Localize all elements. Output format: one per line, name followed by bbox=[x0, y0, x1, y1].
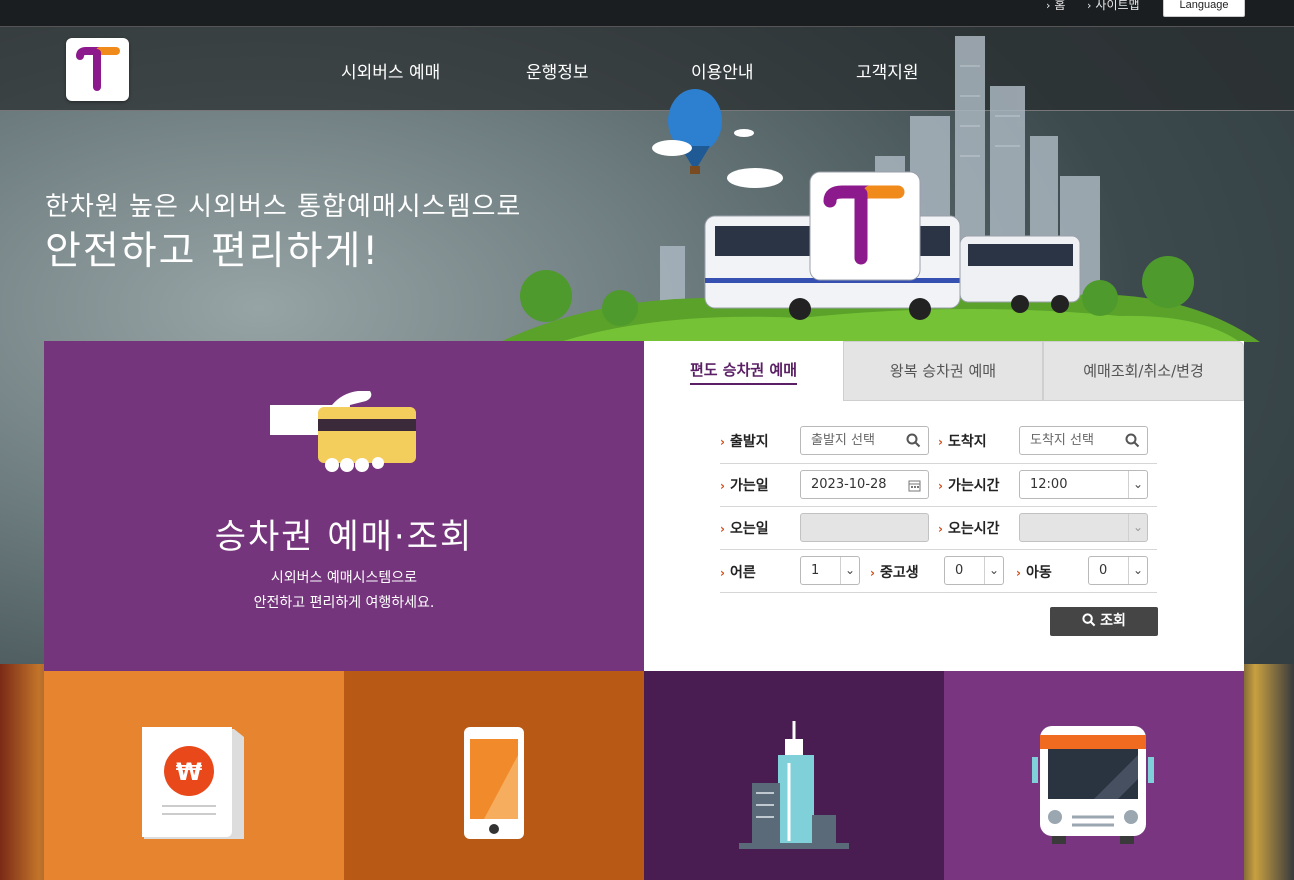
form-divider bbox=[720, 549, 1157, 550]
tile-mobile[interactable] bbox=[344, 671, 644, 880]
return-date-label-text: 오는일 bbox=[729, 521, 769, 537]
receipt-won-icon: ₩ bbox=[142, 727, 244, 839]
tab-one-way-label: 편도 승차권 예매 bbox=[689, 357, 798, 385]
bus-front-icon bbox=[1032, 726, 1154, 844]
chevron-right-icon: › bbox=[720, 522, 725, 536]
t-logo-icon bbox=[76, 47, 120, 91]
child-count-select[interactable]: 0 ⌄ bbox=[1088, 556, 1148, 585]
panel-subtitle-line1: 시외버스 예매시스템으로 bbox=[270, 570, 418, 586]
language-button[interactable]: Language bbox=[1163, 0, 1245, 17]
chevron-right-icon: › bbox=[720, 566, 725, 580]
ticket-promo-panel: 승차권 예매·조회 시외버스 예매시스템으로 안전하고 편리하게 여행하세요. bbox=[44, 341, 656, 671]
hero-city-bus-illustration bbox=[500, 36, 1260, 342]
search-button-label: 조회 bbox=[1100, 613, 1126, 629]
smartphone-icon bbox=[464, 727, 524, 839]
chevron-down-icon: ⌄ bbox=[984, 557, 1003, 584]
student-count-value: 0 bbox=[955, 563, 964, 578]
booking-tabs: 편도 승차권 예매 왕복 승차권 예매 예매조회/취소/변경 bbox=[644, 341, 1244, 401]
sitemap-link-label: 사이트맵 bbox=[1095, 0, 1140, 12]
go-date-label-text: 가는일 bbox=[729, 478, 769, 494]
chevron-right-icon: › bbox=[938, 435, 943, 449]
sitemap-link[interactable]: › 사이트맵 bbox=[1087, 0, 1140, 13]
search-icon bbox=[906, 433, 921, 448]
panel-title: 승차권 예매·조회 bbox=[214, 517, 474, 557]
arrival-placeholder: 도착지 선택 bbox=[1030, 433, 1094, 448]
nav-item-express-booking[interactable]: 시외버스 예매 bbox=[341, 58, 440, 83]
panel-subtitle-line2: 안전하고 편리하게 여행하세요. bbox=[253, 595, 435, 611]
credit-card-hand-icon bbox=[270, 391, 416, 472]
adult-label-text: 어른 bbox=[729, 565, 756, 581]
chevron-down-icon: ⌄ bbox=[1128, 471, 1147, 498]
go-date-value: 2023-10-28 bbox=[811, 477, 887, 492]
tile-bus[interactable] bbox=[944, 671, 1244, 880]
chevron-right-icon: › bbox=[1087, 0, 1092, 12]
child-label-text: 아동 bbox=[1025, 565, 1052, 581]
chevron-right-icon: › bbox=[1046, 0, 1051, 12]
chevron-right-icon: › bbox=[720, 479, 725, 493]
search-icon bbox=[1125, 433, 1140, 448]
go-time-value: 12:00 bbox=[1030, 477, 1068, 492]
chevron-down-icon: ⌄ bbox=[840, 557, 859, 584]
chevron-right-icon: › bbox=[1016, 566, 1021, 580]
arrival-label-text: 도착지 bbox=[947, 434, 987, 450]
adult-count-value: 1 bbox=[811, 563, 820, 578]
student-label: › 중고생 bbox=[870, 562, 919, 582]
chevron-down-icon: ⌄ bbox=[1128, 514, 1147, 541]
tab-booking-lookup[interactable]: 예매조회/취소/변경 bbox=[1043, 341, 1244, 401]
arrival-label: › 도착지 bbox=[938, 431, 987, 451]
utility-bar: › 홈 › 사이트맵 Language bbox=[0, 0, 1294, 26]
city-building-icon bbox=[739, 721, 849, 849]
departure-placeholder: 출발지 선택 bbox=[811, 433, 875, 448]
calendar-icon[interactable] bbox=[908, 479, 921, 492]
form-divider bbox=[720, 592, 1157, 593]
tab-round-trip-booking[interactable]: 왕복 승차권 예매 bbox=[843, 341, 1043, 401]
child-label: › 아동 bbox=[1016, 562, 1052, 582]
tile-terminal[interactable] bbox=[644, 671, 944, 880]
arrival-select[interactable]: 도착지 선택 bbox=[1019, 426, 1148, 455]
home-link-label: 홈 bbox=[1054, 0, 1066, 12]
chevron-right-icon: › bbox=[938, 479, 943, 493]
adult-label: › 어른 bbox=[720, 562, 756, 582]
form-divider bbox=[720, 506, 1157, 507]
student-label-text: 중고생 bbox=[879, 565, 919, 581]
svg-text:₩: ₩ bbox=[176, 758, 203, 786]
form-divider bbox=[720, 463, 1157, 464]
go-time-select[interactable]: 12:00 ⌄ bbox=[1019, 470, 1148, 499]
chevron-down-icon: ⌄ bbox=[1128, 557, 1147, 584]
go-date-input[interactable]: 2023-10-28 bbox=[800, 470, 929, 499]
child-count-value: 0 bbox=[1099, 563, 1108, 578]
logo[interactable] bbox=[66, 38, 129, 101]
search-button[interactable]: 조회 bbox=[1050, 607, 1158, 636]
go-date-label: › 가는일 bbox=[720, 475, 769, 495]
departure-label-text: 출발지 bbox=[729, 434, 769, 450]
tab-one-way-booking[interactable]: 편도 승차권 예매 bbox=[644, 341, 843, 401]
return-date-input[interactable] bbox=[800, 513, 929, 542]
chevron-right-icon: › bbox=[870, 566, 875, 580]
departure-select[interactable]: 출발지 선택 bbox=[800, 426, 929, 455]
booking-form-panel: 편도 승차권 예매 왕복 승차권 예매 예매조회/취소/변경 › 출발지 출발지 … bbox=[644, 341, 1244, 671]
home-link[interactable]: › 홈 bbox=[1046, 0, 1065, 13]
hero-tagline: 한차원 높은 시외버스 통합예매시스템으로 bbox=[45, 192, 522, 222]
departure-label: › 출발지 bbox=[720, 431, 769, 451]
return-date-label: › 오는일 bbox=[720, 518, 769, 538]
return-time-select[interactable]: ⌄ bbox=[1019, 513, 1148, 542]
return-time-label: › 오는시간 bbox=[938, 518, 999, 538]
search-icon bbox=[1082, 613, 1096, 627]
go-time-label: › 가는시간 bbox=[938, 475, 999, 495]
chevron-right-icon: › bbox=[720, 435, 725, 449]
hero-headline: 안전하고 편리하게! bbox=[45, 229, 381, 274]
chevron-right-icon: › bbox=[938, 522, 943, 536]
adult-count-select[interactable]: 1 ⌄ bbox=[800, 556, 860, 585]
go-time-label-text: 가는시간 bbox=[947, 478, 1000, 494]
student-count-select[interactable]: 0 ⌄ bbox=[944, 556, 1004, 585]
return-time-label-text: 오는시간 bbox=[947, 521, 1000, 537]
tile-fare[interactable]: ₩ bbox=[44, 671, 344, 880]
